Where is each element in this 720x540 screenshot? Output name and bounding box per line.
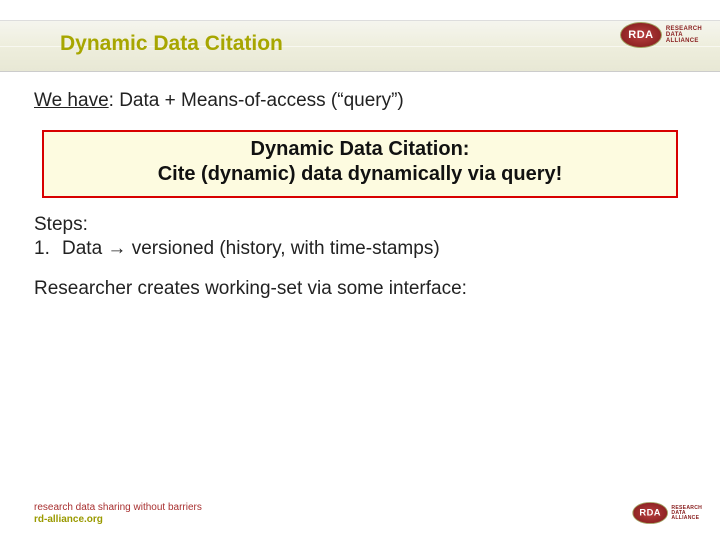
rda-logo-text: RESEARCH DATA ALLIANCE <box>666 26 702 44</box>
we-have-line: We have: Data + Means-of-access (“query”… <box>34 90 686 112</box>
callout-line1: Dynamic Data Citation: <box>54 138 666 161</box>
researcher-line: Researcher creates working-set via some … <box>34 278 686 300</box>
footer-left: research data sharing without barriers r… <box>34 502 202 526</box>
rda-logo-line3: ALLIANCE <box>666 38 702 44</box>
step-item: 1.Data → versioned (history, with time-s… <box>34 238 686 260</box>
rda-logo-line3: ALLIANCE <box>671 516 702 521</box>
footer-tagline: research data sharing without barriers <box>34 502 202 514</box>
callout-line2: Cite (dynamic) data dynamically via quer… <box>54 163 666 186</box>
steps-heading: Steps: <box>34 214 686 236</box>
callout-box: Dynamic Data Citation: Cite (dynamic) da… <box>42 130 678 198</box>
step-number: 1. <box>34 238 62 260</box>
we-have-rest: : Data + Means-of-access (“query”) <box>109 90 404 111</box>
footer-url: rd-alliance.org <box>34 514 202 526</box>
rda-logo-text: RESEARCH DATA ALLIANCE <box>671 505 702 520</box>
page-title: Dynamic Data Citation <box>60 32 283 56</box>
rda-logo-oval-icon: RDA <box>632 502 668 524</box>
rda-logo-oval-icon: RDA <box>620 22 662 48</box>
rda-logo-bottom: RDA RESEARCH DATA ALLIANCE <box>632 502 702 524</box>
step-text: Data → versioned (history, with time-sta… <box>62 238 440 259</box>
rda-logo-top: RDA RESEARCH DATA ALLIANCE <box>620 22 702 48</box>
steps-list: 1.Data → versioned (history, with time-s… <box>34 238 686 260</box>
we-have-prefix: We have <box>34 90 109 111</box>
